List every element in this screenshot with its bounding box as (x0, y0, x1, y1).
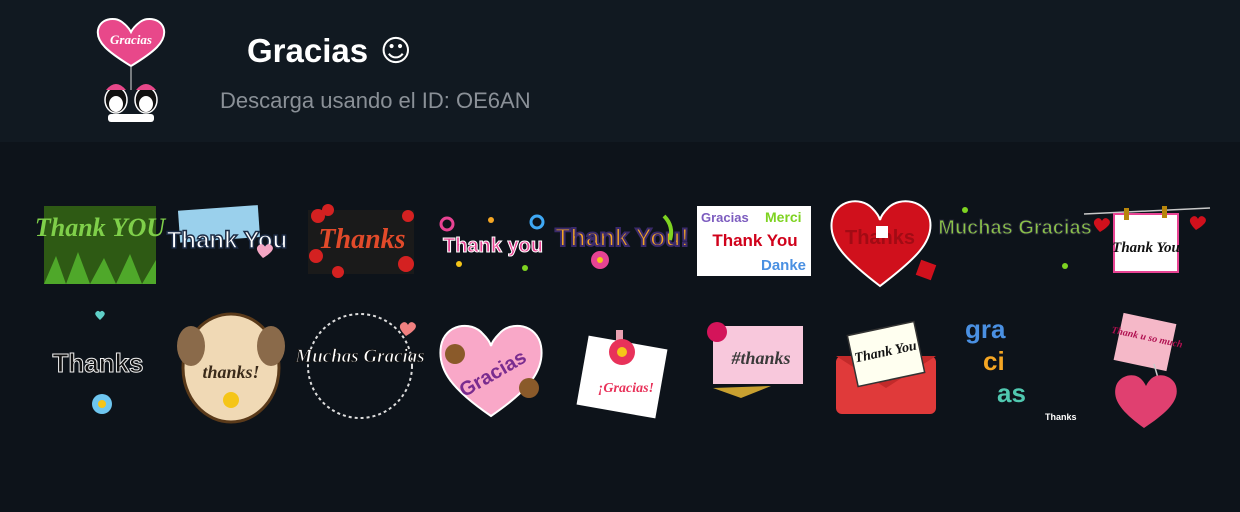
sticker-1[interactable]: Thank YOU (35, 186, 166, 302)
smile-icon: ☺ (380, 33, 412, 69)
pack-header: Gracias Gracias ☺ Descarga usando el ID:… (0, 0, 1240, 142)
svg-text:Thank You: Thank You (712, 231, 797, 250)
sticker-13[interactable]: Gracias (429, 308, 555, 424)
sticker-16[interactable]: Thank You (822, 308, 948, 424)
sticker-11[interactable]: thanks! (167, 308, 293, 424)
svg-text:Thanks: Thanks (318, 224, 405, 255)
sticker-18[interactable]: Thank u so much (1084, 308, 1210, 428)
svg-text:#thanks: #thanks (730, 348, 790, 368)
svg-text:Thank You: Thank You (1112, 240, 1180, 256)
svg-text:Gracias: Gracias (701, 210, 749, 225)
svg-text:Merci: Merci (765, 209, 802, 225)
sticker-12[interactable]: Muchas Gracias (294, 308, 425, 424)
sticker-2[interactable]: Thank You (166, 186, 293, 302)
svg-text:as: as (997, 378, 1026, 408)
sticker-10[interactable]: Thanks (36, 308, 162, 424)
svg-text:Muchas Gracias: Muchas Gracias (294, 346, 424, 367)
sticker-4[interactable]: Thank you (429, 186, 555, 302)
cover-text: Gracias (110, 32, 152, 47)
sticker-3[interactable]: Thanks (298, 186, 424, 302)
svg-text:Thanks: Thanks (52, 348, 143, 378)
sticker-15[interactable]: #thanks (691, 308, 817, 424)
download-id-text: Descarga usando el ID: OE6AN (220, 88, 531, 113)
svg-text:Thank YOU: Thank YOU (35, 213, 166, 242)
pack-title: Gracias (247, 32, 369, 69)
sticker-8[interactable]: Muchas Gracias (938, 186, 1092, 302)
svg-text:Danke: Danke (761, 257, 806, 274)
sticker-6[interactable]: Gracias Merci Thank You Danke (691, 186, 817, 302)
svg-text:thanks!: thanks! (202, 362, 259, 382)
sticker-17[interactable]: gra ci as Thanks (953, 308, 1079, 424)
svg-text:ci: ci (983, 346, 1005, 376)
sticker-14[interactable]: ¡Gracias! (560, 308, 686, 424)
svg-text:Thanks: Thanks (1045, 412, 1077, 422)
sticker-9[interactable]: Thank You (1083, 186, 1211, 302)
svg-text:Muchas Gracias: Muchas Gracias (938, 217, 1091, 239)
page-title: Gracias ☺ (247, 32, 411, 70)
sticker-7[interactable]: Thanks (822, 186, 948, 302)
svg-text:Thank you: Thank you (443, 235, 543, 257)
svg-text:¡Gracias!: ¡Gracias! (598, 381, 654, 396)
sticker-5[interactable]: Thank You! (554, 186, 690, 302)
pack-cover-image[interactable]: Gracias (88, 14, 174, 124)
svg-text:gra: gra (965, 314, 1006, 344)
